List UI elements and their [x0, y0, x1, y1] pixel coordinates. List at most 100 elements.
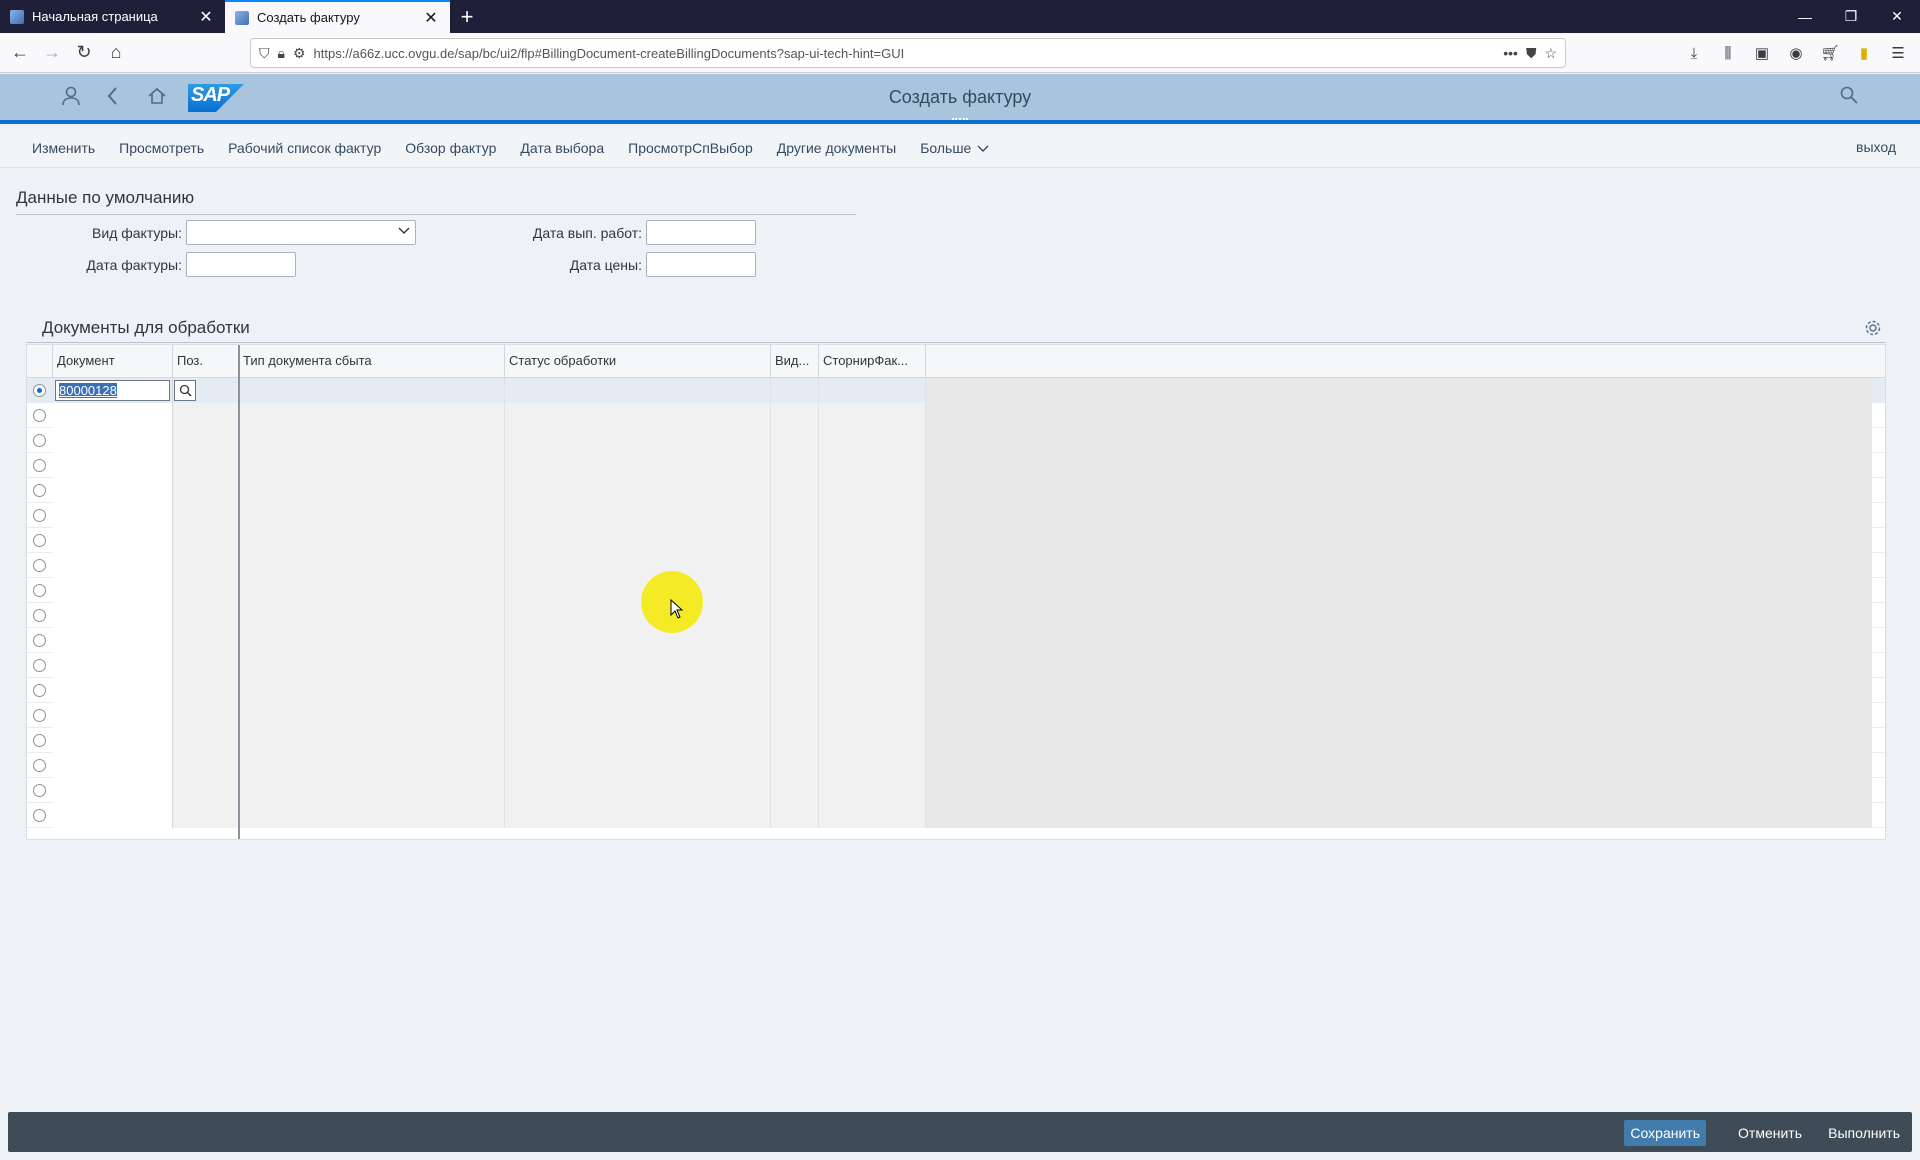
url-text[interactable]: https://a66z.ucc.ovgu.de/sap/bc/ui2/flp#…: [314, 46, 1496, 61]
table-row[interactable]: [27, 678, 1885, 703]
toolbar-other-documents-button[interactable]: Другие документы: [765, 140, 908, 156]
close-window-icon[interactable]: ✕: [1874, 0, 1920, 33]
document-cell[interactable]: [53, 703, 173, 728]
menu-icon[interactable]: ☰: [1882, 37, 1914, 69]
column-header-item[interactable]: Поз.: [173, 345, 239, 377]
search-icon[interactable]: [1840, 86, 1858, 110]
table-row[interactable]: [27, 628, 1885, 653]
table-row[interactable]: [27, 453, 1885, 478]
toolbar-display-button[interactable]: Просмотреть: [107, 140, 216, 156]
table-row[interactable]: 80000128: [27, 378, 1885, 403]
row-select-radio[interactable]: [33, 409, 46, 422]
table-row[interactable]: [27, 578, 1885, 603]
service-date-field[interactable]: [646, 220, 756, 245]
document-cell[interactable]: [53, 603, 173, 628]
toolbar-selection-date-button[interactable]: Дата выбора: [508, 140, 616, 156]
cart-icon[interactable]: 🛒︎: [1814, 37, 1846, 69]
row-select-radio[interactable]: [33, 659, 46, 672]
value-help-search-icon[interactable]: [174, 380, 196, 401]
exit-button[interactable]: выход: [1856, 139, 1896, 155]
table-row[interactable]: [27, 728, 1885, 753]
download-icon[interactable]: ⤓: [1678, 37, 1710, 69]
more-actions-icon[interactable]: •••: [1503, 45, 1518, 61]
row-select-radio[interactable]: [33, 709, 46, 722]
table-row[interactable]: [27, 503, 1885, 528]
column-header-processing-status[interactable]: Статус обработки: [505, 345, 771, 377]
row-select-radio[interactable]: [33, 509, 46, 522]
row-select-radio[interactable]: [33, 759, 46, 772]
row-select-radio[interactable]: [33, 584, 46, 597]
row-select-radio[interactable]: [33, 684, 46, 697]
row-select-radio[interactable]: [33, 784, 46, 797]
account-icon[interactable]: ◉: [1780, 37, 1812, 69]
document-cell[interactable]: [53, 803, 173, 828]
billing-date-field[interactable]: [186, 252, 296, 277]
pricing-date-field[interactable]: [646, 252, 756, 277]
document-cell[interactable]: 80000128: [53, 378, 173, 403]
reload-icon[interactable]: ↻: [68, 37, 100, 69]
document-cell[interactable]: [53, 778, 173, 803]
row-select-radio[interactable]: [33, 434, 46, 447]
permissions-icon[interactable]: ⚙: [293, 45, 306, 62]
chevron-down-icon[interactable]: [397, 224, 411, 238]
document-cell[interactable]: [53, 478, 173, 503]
browser-tab-create-invoice[interactable]: Создать фактуру ✕: [225, 0, 450, 33]
toolbar-display-selection-button[interactable]: ПросмотрСпВыбор: [616, 140, 765, 156]
toolbar-worklist-button[interactable]: Рабочий список фактур: [216, 140, 393, 156]
table-settings-icon[interactable]: [1864, 319, 1882, 340]
toolbar-overview-button[interactable]: Обзор фактур: [393, 140, 508, 156]
document-cell[interactable]: [53, 403, 173, 428]
table-row[interactable]: [27, 653, 1885, 678]
document-cell[interactable]: [53, 728, 173, 753]
column-header-document[interactable]: Документ: [53, 345, 173, 377]
back-icon[interactable]: ←: [4, 37, 36, 69]
pocket-icon[interactable]: ⛊: [1526, 45, 1537, 62]
save-button[interactable]: Сохранить: [1624, 1120, 1706, 1146]
document-cell[interactable]: [53, 678, 173, 703]
row-select-radio[interactable]: [33, 484, 46, 497]
sidebar-icon[interactable]: ▣: [1746, 37, 1778, 69]
billing-type-dropdown[interactable]: [186, 220, 416, 245]
shell-collapse-handle[interactable]: [952, 118, 968, 122]
extension-icon[interactable]: ▮: [1848, 37, 1880, 69]
document-cell[interactable]: [53, 528, 173, 553]
header-selector[interactable]: [27, 345, 53, 377]
row-select-radio[interactable]: [33, 809, 46, 822]
document-cell[interactable]: [53, 578, 173, 603]
row-select-radio[interactable]: [33, 534, 46, 547]
row-select-radio[interactable]: [33, 609, 46, 622]
row-select-radio[interactable]: [33, 634, 46, 647]
home-icon[interactable]: ⌂: [100, 37, 132, 69]
document-input[interactable]: 80000128: [55, 380, 170, 401]
table-row[interactable]: [27, 553, 1885, 578]
table-row[interactable]: [27, 753, 1885, 778]
close-tab-icon[interactable]: ✕: [422, 8, 440, 28]
new-tab-icon[interactable]: +: [450, 0, 484, 33]
forward-icon[interactable]: →: [36, 37, 68, 69]
table-row[interactable]: [27, 803, 1885, 828]
bookmark-star-icon[interactable]: ☆: [1544, 45, 1557, 62]
table-row[interactable]: [27, 603, 1885, 628]
document-cell[interactable]: [53, 453, 173, 478]
table-row[interactable]: [27, 403, 1885, 428]
address-bar[interactable]: ⛉ 🔒︎ ⚙ https://a66z.ucc.ovgu.de/sap/bc/u…: [250, 38, 1566, 68]
minimize-icon[interactable]: —: [1782, 0, 1828, 33]
table-row[interactable]: [27, 528, 1885, 553]
table-row[interactable]: [27, 428, 1885, 453]
column-header-cancel-invoice[interactable]: СторнирФак...: [819, 345, 926, 377]
execute-button[interactable]: Выполнить: [1822, 1120, 1906, 1146]
table-row[interactable]: [27, 478, 1885, 503]
row-select-radio[interactable]: [33, 734, 46, 747]
document-cell[interactable]: [53, 653, 173, 678]
table-row[interactable]: [27, 703, 1885, 728]
table-row[interactable]: [27, 778, 1885, 803]
toolbar-more-button[interactable]: Больше: [908, 140, 1001, 156]
close-tab-icon[interactable]: ✕: [197, 7, 215, 27]
row-select-radio[interactable]: [33, 384, 46, 397]
row-select-radio[interactable]: [33, 559, 46, 572]
cancel-button[interactable]: Отменить: [1732, 1120, 1808, 1146]
browser-tab-home[interactable]: Начальная страница ✕: [0, 0, 225, 33]
document-cell[interactable]: [53, 553, 173, 578]
toolbar-change-button[interactable]: Изменить: [20, 140, 107, 156]
library-icon[interactable]: ⫼: [1712, 37, 1744, 69]
